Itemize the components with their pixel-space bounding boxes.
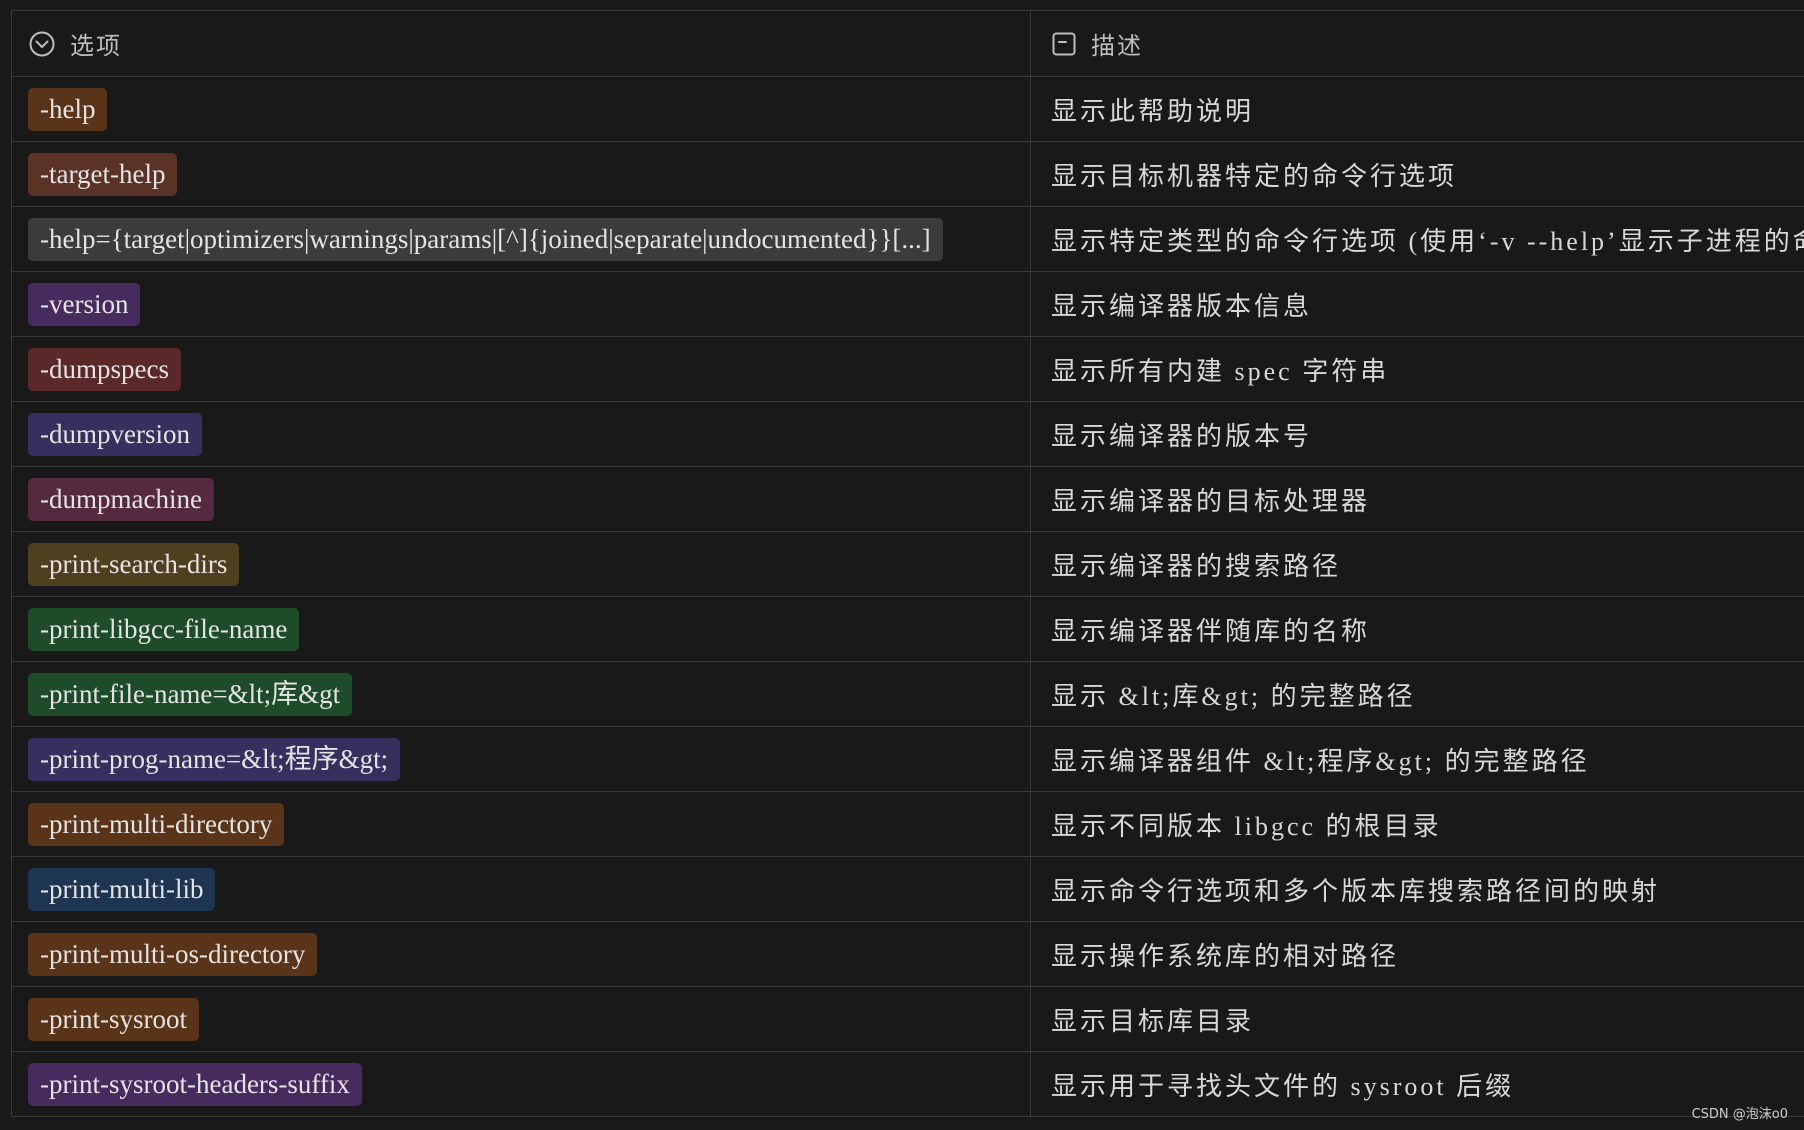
description-cell[interactable]: 显示不同版本 libgcc 的根目录 <box>1031 792 1804 856</box>
option-tag[interactable]: -print-search-dirs <box>28 542 240 586</box>
description-cell[interactable]: 显示此帮助说明 <box>1031 77 1804 141</box>
description-cell[interactable]: 显示用于寻找头文件的 sysroot 后缀 <box>1031 1052 1804 1116</box>
column-header-options[interactable]: 选项 <box>12 11 1031 76</box>
table-row[interactable]: -print-sysroot-headers-suffix 显示用于寻找头文件的 … <box>12 1052 1804 1117</box>
column-header-description[interactable]: 描述 <box>1031 11 1804 76</box>
table-row[interactable]: -print-sysroot 显示目标库目录 <box>12 987 1804 1052</box>
table-row[interactable]: -help={target|optimizers|warnings|params… <box>12 207 1804 272</box>
table-row[interactable]: -print-libgcc-file-name 显示编译器伴随库的名称 <box>12 597 1804 662</box>
option-tag[interactable]: -print-libgcc-file-name <box>28 607 300 651</box>
option-cell[interactable]: -print-multi-directory <box>12 792 1031 856</box>
option-tag[interactable]: -print-multi-os-directory <box>28 932 318 976</box>
option-cell[interactable]: -help <box>12 77 1031 141</box>
column-header-description-label: 描述 <box>1091 32 1143 60</box>
option-cell[interactable]: -print-file-name=&lt;库&gt <box>12 662 1031 726</box>
option-cell[interactable]: -version <box>12 272 1031 336</box>
description-text: 显示目标库目录 <box>1051 1006 1255 1036</box>
description-cell[interactable]: 显示编译器的目标处理器 <box>1031 467 1804 531</box>
table-row[interactable]: -dumpspecs 显示所有内建 spec 字符串 <box>12 337 1804 402</box>
description-text: 显示用于寻找头文件的 sysroot 后缀 <box>1051 1071 1515 1101</box>
description-text: 显示 &lt;库&gt; 的完整路径 <box>1051 681 1416 711</box>
description-text: 显示操作系统库的相对路径 <box>1051 941 1400 971</box>
table-header: 选项 描述 <box>12 11 1804 77</box>
description-text: 显示编译器伴随库的名称 <box>1051 616 1371 646</box>
description-text: 显示编译器的搜索路径 <box>1051 551 1342 581</box>
description-cell[interactable]: 显示所有内建 spec 字符串 <box>1031 337 1804 401</box>
description-text: 显示目标机器特定的命令行选项 <box>1051 161 1458 191</box>
description-text: 显示编译器的版本号 <box>1051 421 1313 451</box>
table-row[interactable]: -print-file-name=&lt;库&gt 显示 &lt;库&gt; 的完… <box>12 662 1804 727</box>
option-tag[interactable]: -print-sysroot-headers-suffix <box>28 1062 362 1106</box>
description-text: 显示编译器版本信息 <box>1051 291 1313 321</box>
description-cell[interactable]: 显示命令行选项和多个版本库搜索路径间的映射 <box>1031 857 1804 921</box>
option-cell[interactable]: -dumpspecs <box>12 337 1031 401</box>
description-text: 显示特定类型的命令行选项 (使用‘-v --help’显示子进程的命令 <box>1051 226 1804 256</box>
column-header-options-label: 选项 <box>70 32 122 60</box>
description-cell[interactable]: 显示操作系统库的相对路径 <box>1031 922 1804 986</box>
option-cell[interactable]: -print-sysroot <box>12 987 1031 1051</box>
table-row[interactable]: -help 显示此帮助说明 <box>12 77 1804 142</box>
option-tag[interactable]: -print-file-name=&lt;库&gt <box>28 672 353 716</box>
table-row[interactable]: -print-multi-os-directory 显示操作系统库的相对路径 <box>12 922 1804 987</box>
option-tag[interactable]: -print-multi-lib <box>28 867 216 911</box>
option-cell[interactable]: -dumpmachine <box>12 467 1031 531</box>
description-text: 显示命令行选项和多个版本库搜索路径间的映射 <box>1051 876 1661 906</box>
description-text: 显示不同版本 libgcc 的根目录 <box>1051 811 1442 841</box>
option-tag[interactable]: -help={target|optimizers|warnings|params… <box>28 217 943 261</box>
description-text: 显示编译器的目标处理器 <box>1051 486 1371 516</box>
option-tag[interactable]: -print-multi-directory <box>28 802 285 846</box>
option-cell[interactable]: -print-prog-name=&lt;程序&gt; <box>12 727 1031 791</box>
description-cell[interactable]: 显示特定类型的命令行选项 (使用‘-v --help’显示子进程的命令 <box>1031 207 1804 271</box>
description-cell[interactable]: 显示目标库目录 <box>1031 987 1804 1051</box>
option-cell[interactable]: -dumpversion <box>12 402 1031 466</box>
table-row[interactable]: -version 显示编译器版本信息 <box>12 272 1804 337</box>
option-tag[interactable]: -dumpspecs <box>28 347 181 391</box>
option-cell[interactable]: -print-multi-lib <box>12 857 1031 921</box>
table-row[interactable]: -dumpmachine 显示编译器的目标处理器 <box>12 467 1804 532</box>
description-cell[interactable]: 显示编译器的搜索路径 <box>1031 532 1804 596</box>
table-row[interactable]: -print-prog-name=&lt;程序&gt; 显示编译器组件 &lt;程… <box>12 727 1804 792</box>
option-cell[interactable]: -print-libgcc-file-name <box>12 597 1031 661</box>
option-cell[interactable]: -print-multi-os-directory <box>12 922 1031 986</box>
option-cell[interactable]: -target-help <box>12 142 1031 206</box>
description-cell[interactable]: 显示目标机器特定的命令行选项 <box>1031 142 1804 206</box>
table-row[interactable]: -target-help 显示目标机器特定的命令行选项 <box>12 142 1804 207</box>
watermark: CSDN @泡沫o0 <box>1691 1107 1788 1122</box>
options-table: 选项 描述 -help 显示此帮助说明 -target-help 显示目标机器特定的命… <box>11 10 1804 1117</box>
table-row[interactable]: -dumpversion 显示编译器的版本号 <box>12 402 1804 467</box>
option-cell[interactable]: -print-sysroot-headers-suffix <box>12 1052 1031 1116</box>
option-tag[interactable]: -help <box>28 87 108 131</box>
description-text: 显示编译器组件 &lt;程序&gt; 的完整路径 <box>1051 746 1590 776</box>
description-cell[interactable]: 显示编译器版本信息 <box>1031 272 1804 336</box>
option-tag[interactable]: -dumpmachine <box>28 477 214 521</box>
option-cell[interactable]: -help={target|optimizers|warnings|params… <box>12 207 1031 271</box>
option-tag[interactable]: -dumpversion <box>28 412 202 456</box>
description-text: 显示所有内建 spec 字符串 <box>1051 356 1390 386</box>
description-cell[interactable]: 显示编译器的版本号 <box>1031 402 1804 466</box>
description-text: 显示此帮助说明 <box>1051 96 1255 126</box>
option-tag[interactable]: -print-sysroot <box>28 997 199 1041</box>
description-cell[interactable]: 显示编译器组件 &lt;程序&gt; 的完整路径 <box>1031 727 1804 791</box>
text-box-icon <box>1051 31 1077 57</box>
description-cell[interactable]: 显示 &lt;库&gt; 的完整路径 <box>1031 662 1804 726</box>
table-row[interactable]: -print-multi-lib 显示命令行选项和多个版本库搜索路径间的映射 <box>12 857 1804 922</box>
table-row[interactable]: -print-search-dirs 显示编译器的搜索路径 <box>12 532 1804 597</box>
option-tag[interactable]: -print-prog-name=&lt;程序&gt; <box>28 737 401 781</box>
table-row[interactable]: -print-multi-directory 显示不同版本 libgcc 的根目录 <box>12 792 1804 857</box>
description-cell[interactable]: 显示编译器伴随库的名称 <box>1031 597 1804 661</box>
option-tag[interactable]: -target-help <box>28 152 178 196</box>
chevron-down-circle-icon <box>28 30 56 58</box>
option-tag[interactable]: -version <box>28 282 141 326</box>
option-cell[interactable]: -print-search-dirs <box>12 532 1031 596</box>
